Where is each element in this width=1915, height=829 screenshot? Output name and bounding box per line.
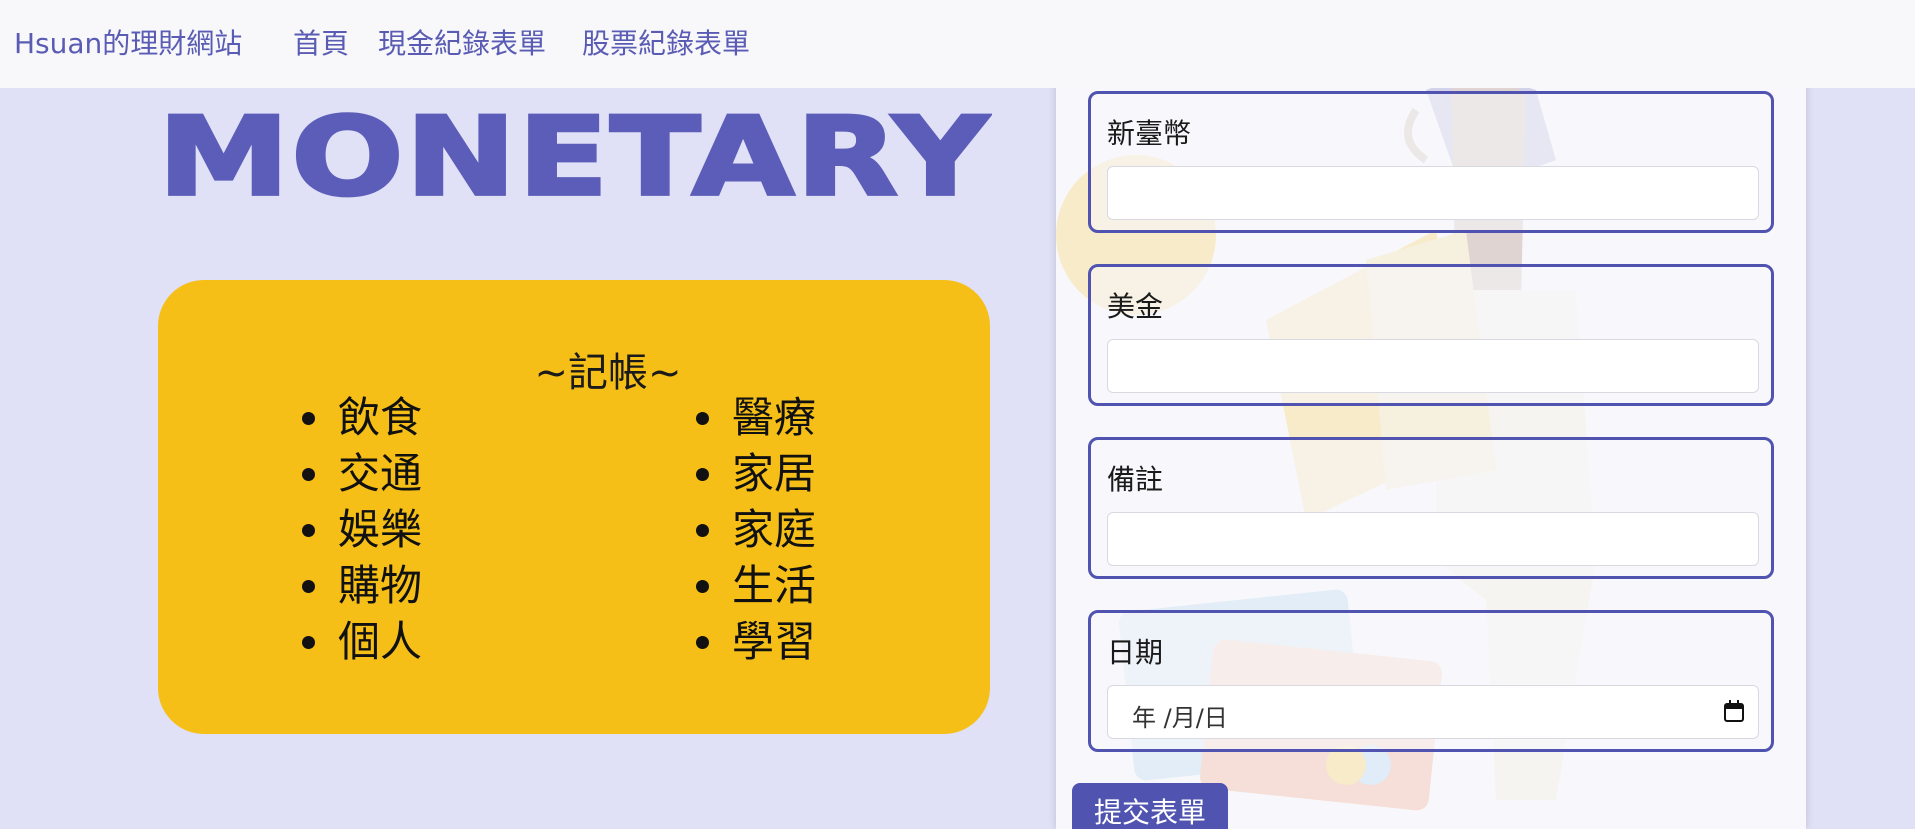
nav-link-home[interactable]: 首頁	[293, 22, 349, 62]
category-item: 家庭	[696, 502, 816, 558]
submit-button[interactable]: 提交表單	[1072, 783, 1228, 829]
field-twd: 新臺幣	[1088, 91, 1774, 233]
category-item: 學習	[696, 614, 816, 670]
usd-input[interactable]	[1107, 339, 1759, 393]
category-heading: ~記帳~	[534, 350, 682, 396]
twd-input[interactable]	[1107, 166, 1759, 220]
category-card: ~記帳~ 飲食 交通 娛樂 購物 個人 醫療 家居 家庭 生活 學習	[158, 280, 990, 734]
bullet-icon	[696, 468, 709, 481]
category-item: 個人	[302, 614, 422, 670]
bullet-icon	[302, 636, 315, 649]
bullet-icon	[302, 412, 315, 425]
calendar-icon[interactable]	[1724, 700, 1744, 722]
hero-title: MONETARY	[156, 94, 991, 221]
category-item: 購物	[302, 558, 422, 614]
field-usd: 美金	[1088, 264, 1774, 406]
field-date: 日期 年 /月/日	[1088, 610, 1774, 752]
bullet-icon	[696, 524, 709, 537]
note-input[interactable]	[1107, 512, 1759, 566]
date-input[interactable]: 年 /月/日	[1107, 685, 1759, 739]
category-item: 飲食	[302, 390, 422, 446]
field-label-date: 日期	[1107, 636, 1164, 669]
nav-link-stock-form[interactable]: 股票紀錄表單	[582, 22, 750, 62]
bullet-icon	[302, 580, 315, 593]
field-label-note: 備註	[1107, 463, 1164, 496]
field-label-usd: 美金	[1107, 290, 1164, 323]
category-item: 交通	[302, 446, 422, 502]
bullet-icon	[302, 468, 315, 481]
category-item: 家居	[696, 446, 816, 502]
navbar: Hsuan的理財網站 首頁 現金紀錄表單 股票紀錄表單	[0, 0, 1915, 88]
bullet-icon	[696, 412, 709, 425]
field-note: 備註	[1088, 437, 1774, 579]
bullet-icon	[696, 580, 709, 593]
bullet-icon	[302, 524, 315, 537]
category-item: 醫療	[696, 390, 816, 446]
nav-link-cash-form[interactable]: 現金紀錄表單	[378, 22, 546, 62]
form-panel: 新臺幣 美金 備註 日期 年 /月/日 提交表單	[1056, 0, 1806, 829]
field-label-twd: 新臺幣	[1107, 117, 1192, 150]
date-placeholder: 年 /月/日	[1132, 704, 1228, 732]
category-list-right: 醫療 家居 家庭 生活 學習	[696, 390, 816, 670]
category-item: 生活	[696, 558, 816, 614]
category-list-left: 飲食 交通 娛樂 購物 個人	[302, 390, 422, 670]
brand-link[interactable]: Hsuan的理財網站	[14, 22, 242, 62]
bullet-icon	[696, 636, 709, 649]
category-item: 娛樂	[302, 502, 422, 558]
